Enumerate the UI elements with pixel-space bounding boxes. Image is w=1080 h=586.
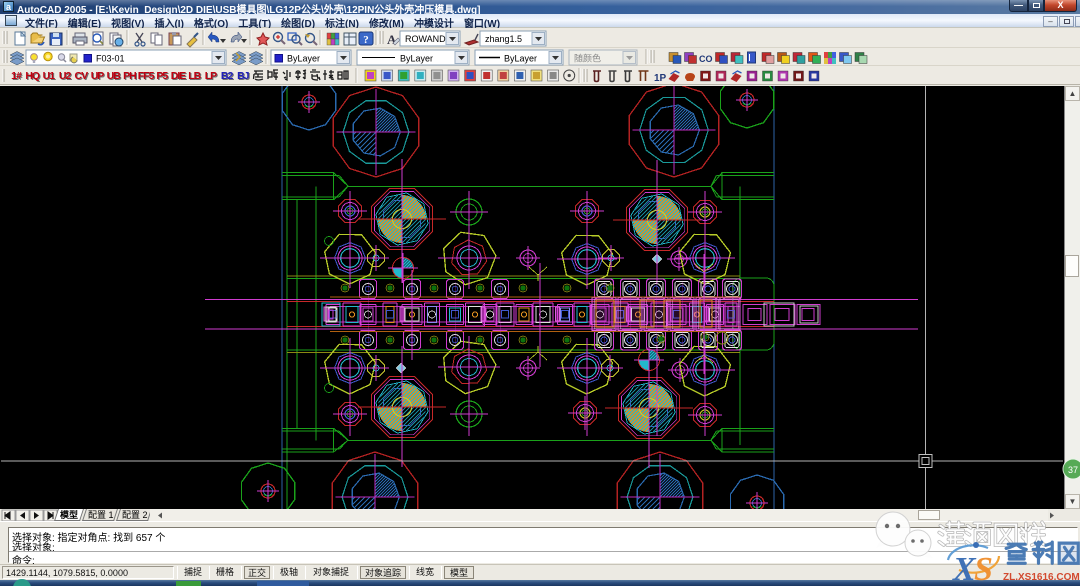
svg-text:ByLayer: ByLayer <box>287 54 320 64</box>
svg-text:HQ: HQ <box>25 70 40 82</box>
svg-text:ByLayer: ByLayer <box>400 54 433 64</box>
svg-text:LP: LP <box>205 70 217 82</box>
svg-text:LB: LB <box>188 70 201 82</box>
svg-text:ByLayer: ByLayer <box>504 54 537 64</box>
svg-text:B2: B2 <box>221 70 234 82</box>
svg-text:PH: PH <box>123 70 136 82</box>
svg-text:ROWAND: ROWAND <box>405 34 446 44</box>
svg-text:随颜色: 随颜色 <box>574 53 601 64</box>
svg-text:F03-01: F03-01 <box>96 54 125 64</box>
svg-text:CV: CV <box>75 70 89 82</box>
svg-text:UP: UP <box>91 70 105 82</box>
svg-text:UB: UB <box>107 70 122 82</box>
svg-text:DIE: DIE <box>171 70 187 82</box>
svg-text:1P: 1P <box>654 73 667 84</box>
svg-text:FF5: FF5 <box>138 70 155 82</box>
svg-text:1#: 1# <box>11 70 22 82</box>
svg-text:zhang1.5: zhang1.5 <box>485 34 522 44</box>
svg-text:U2: U2 <box>59 70 72 82</box>
svg-text:CO: CO <box>699 54 713 64</box>
svg-text:BJ: BJ <box>237 70 250 82</box>
svg-text:?: ? <box>363 34 369 46</box>
svg-text:P5: P5 <box>156 70 168 82</box>
svg-text:U1: U1 <box>43 70 56 82</box>
